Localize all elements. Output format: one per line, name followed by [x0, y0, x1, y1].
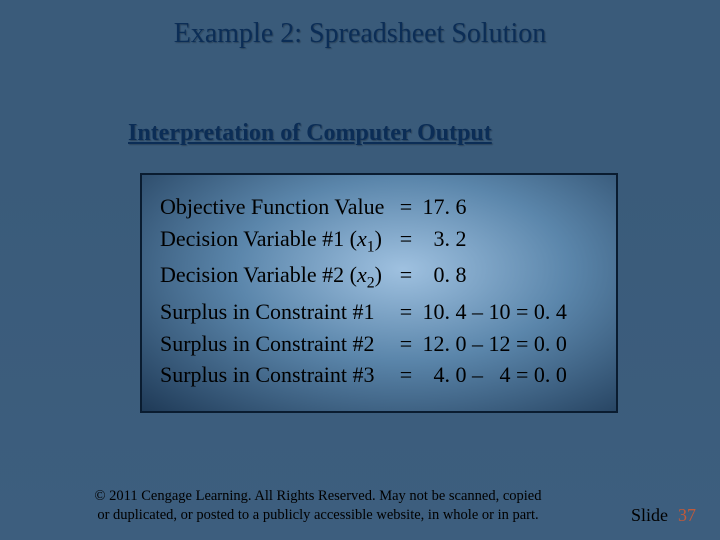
slide-label: Slide: [631, 505, 668, 526]
variable-symbol: x: [357, 226, 367, 251]
copyright-text: © 2011 Cengage Learning. All Rights Rese…: [38, 487, 598, 526]
result-row: Decision Variable #1 (x1) = 3. 2: [160, 223, 598, 259]
row-value: 12. 0 – 12 = 0. 0: [417, 328, 598, 360]
row-label: Surplus in Constraint #2: [160, 328, 395, 360]
variable-subscript: 2: [367, 275, 375, 292]
row-value: 0. 8: [417, 259, 598, 291]
row-label: Objective Function Value: [160, 191, 395, 223]
equals-sign: =: [395, 296, 417, 328]
variable-symbol: x: [357, 262, 367, 287]
result-row: Decision Variable #2 (x2) = 0. 8: [160, 259, 598, 295]
row-label: Decision Variable #2 (x2): [160, 259, 395, 295]
slide-number-value: 37: [678, 505, 696, 526]
slide-subtitle: Interpretation of Computer Output: [128, 120, 492, 147]
result-row: Surplus in Constraint #2 = 12. 0 – 12 = …: [160, 328, 598, 360]
slide: Example 2: Spreadsheet Solution Interpre…: [0, 0, 720, 540]
row-value: 17. 6: [417, 191, 598, 223]
row-label: Decision Variable #1 (x1): [160, 223, 395, 259]
row-value: 4. 0 – 4 = 0. 0: [417, 359, 598, 391]
equals-sign: =: [395, 191, 417, 223]
result-row: Surplus in Constraint #1 = 10. 4 – 10 = …: [160, 296, 598, 328]
equals-sign: =: [395, 259, 417, 291]
variable-subscript: 1: [367, 238, 375, 255]
result-row: Objective Function Value = 17. 6: [160, 191, 598, 223]
copyright-line-1: © 2011 Cengage Learning. All Rights Rese…: [38, 487, 598, 507]
copyright-line-2: or duplicated, or posted to a publicly a…: [38, 506, 598, 526]
equals-sign: =: [395, 223, 417, 255]
result-row: Surplus in Constraint #3 = 4. 0 – 4 = 0.…: [160, 359, 598, 391]
slide-footer: © 2011 Cengage Learning. All Rights Rese…: [0, 487, 720, 526]
content-box: Objective Function Value = 17. 6 Decisio…: [140, 173, 618, 413]
row-value: 3. 2: [417, 223, 598, 255]
equals-sign: =: [395, 359, 417, 391]
row-label: Surplus in Constraint #1: [160, 296, 395, 328]
slide-title: Example 2: Spreadsheet Solution: [0, 0, 720, 50]
row-label: Surplus in Constraint #3: [160, 359, 395, 391]
row-value: 10. 4 – 10 = 0. 4: [417, 296, 598, 328]
slide-number: Slide 37: [631, 505, 696, 526]
equals-sign: =: [395, 328, 417, 360]
